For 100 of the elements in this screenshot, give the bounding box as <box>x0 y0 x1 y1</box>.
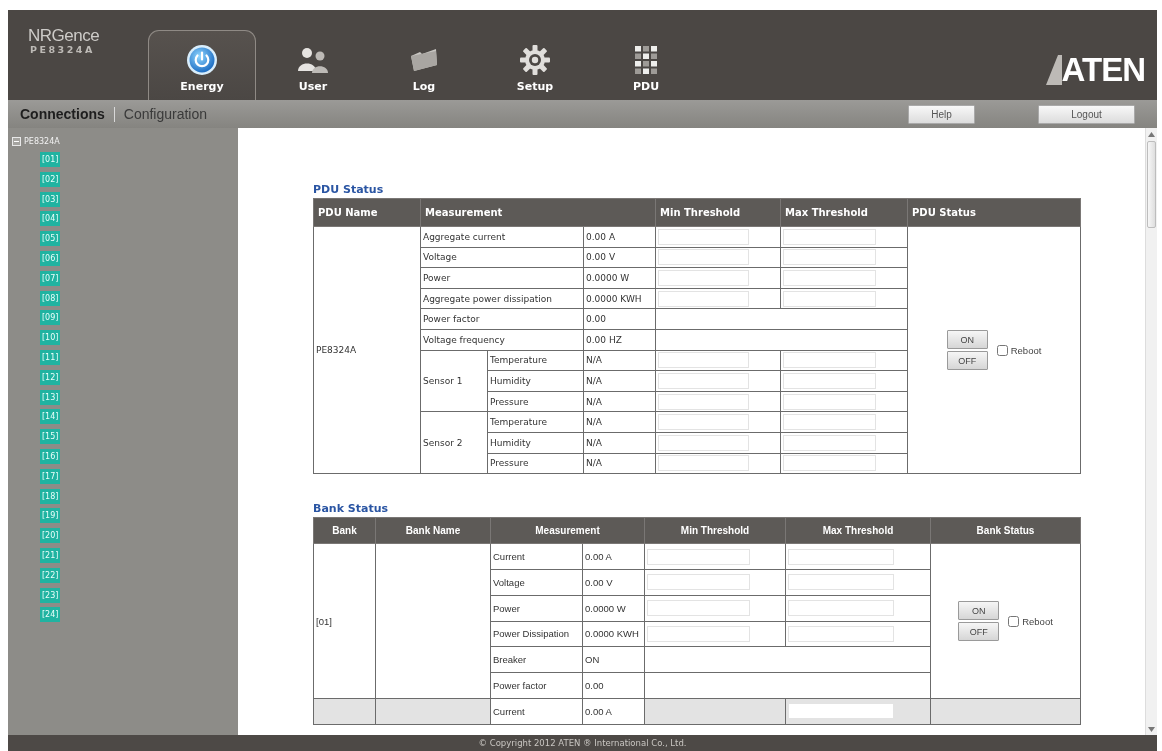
column-header: PDU Name <box>313 198 421 227</box>
threshold-field[interactable] <box>647 574 751 591</box>
threshold-field[interactable] <box>658 393 750 410</box>
tree-node[interactable]: PE8324A <box>24 136 60 146</box>
reading-cell: N/A <box>583 350 656 371</box>
threshold-field[interactable] <box>658 372 750 389</box>
threshold-field[interactable] <box>647 625 751 642</box>
subnav-button[interactable]: Help <box>908 104 975 124</box>
threshold-field[interactable] <box>658 352 750 369</box>
threshold-field[interactable] <box>788 574 895 591</box>
checkbox-label: Reboot <box>1010 344 1042 356</box>
threshold-field[interactable] <box>783 393 876 410</box>
threshold-field[interactable] <box>658 270 750 286</box>
threshold-field[interactable] <box>788 625 895 642</box>
threshold-field[interactable] <box>658 228 750 245</box>
model-label: PE8324A <box>29 44 95 56</box>
reading-cell: 0.00 V <box>583 247 656 268</box>
reading-cell: N/A <box>583 411 656 433</box>
column-header: Max Threshold <box>780 198 908 227</box>
outlet-node[interactable]: [24] <box>40 607 61 623</box>
outlet-node[interactable]: [07] <box>40 270 61 286</box>
outlet-node[interactable]: [17] <box>40 468 61 484</box>
reading-cell: 0.0000 W <box>582 595 645 621</box>
nav-tab[interactable]: Log <box>370 30 478 100</box>
outlet-node[interactable]: [20] <box>40 528 61 544</box>
reading-cell: 0.0000 KWH <box>582 621 645 647</box>
measurement-cell: Current <box>490 543 583 570</box>
measurement-cell: Current <box>490 698 583 725</box>
threshold-field[interactable] <box>788 703 895 720</box>
threshold-field[interactable] <box>658 249 750 266</box>
threshold-field[interactable] <box>658 414 750 431</box>
subnav-link[interactable]: Configuration <box>123 106 208 122</box>
outlet-node[interactable]: [19] <box>40 508 61 524</box>
measurement-cell: Power <box>490 595 583 621</box>
outlet-node[interactable]: [23] <box>40 587 61 603</box>
column-header: PDU Status <box>907 198 1081 227</box>
subnav-button[interactable]: Logout <box>1038 104 1135 124</box>
threshold-field[interactable] <box>783 270 876 286</box>
threshold-field[interactable] <box>647 548 751 565</box>
outlet-node[interactable]: [22] <box>40 567 61 583</box>
outlet-node[interactable]: [01] <box>40 152 61 167</box>
switch-button[interactable]: ON <box>958 601 1000 620</box>
outlet-node[interactable]: [11] <box>40 349 61 365</box>
threshold-field[interactable] <box>783 414 876 431</box>
outlet-node[interactable]: [18] <box>40 488 61 504</box>
gear-icon <box>520 45 550 75</box>
reading-cell: 0.00 A <box>583 226 656 248</box>
outlet-node[interactable]: [04] <box>40 211 61 227</box>
outlet-node[interactable]: [13] <box>40 389 61 405</box>
outlet-node[interactable]: [14] <box>40 409 61 425</box>
reboot-checkbox[interactable] <box>1008 615 1020 627</box>
outlet-node[interactable]: [16] <box>40 448 61 464</box>
outlet-node[interactable]: [21] <box>40 547 61 563</box>
collapse-icon[interactable] <box>12 136 21 146</box>
switch-button[interactable]: OFF <box>946 351 988 371</box>
reading-cell: N/A <box>583 391 656 412</box>
measurement-cell: Power <box>420 267 584 289</box>
nav-tab[interactable]: PDU <box>592 30 700 100</box>
threshold-field[interactable] <box>788 548 895 565</box>
measurement-cell: Voltage frequency <box>420 329 584 351</box>
outlet-node[interactable]: [12] <box>40 369 61 385</box>
threshold-field[interactable] <box>783 455 876 472</box>
threshold-field[interactable] <box>658 290 750 307</box>
column-header: Bank Status <box>930 517 1081 544</box>
nav-tab[interactable]: User <box>259 30 367 100</box>
threshold-field[interactable] <box>658 434 750 451</box>
threshold-field[interactable] <box>783 352 876 369</box>
threshold-field[interactable] <box>783 372 876 389</box>
threshold-field[interactable] <box>783 434 876 451</box>
outlet-node[interactable]: [10] <box>40 330 61 346</box>
outlet-node[interactable]: [08] <box>40 290 61 306</box>
outlet-node[interactable]: [06] <box>40 251 61 266</box>
reading-cell: ON <box>582 646 645 673</box>
reading-cell: 0.00 <box>582 672 645 699</box>
threshold-field[interactable] <box>658 455 750 472</box>
threshold-field[interactable] <box>647 600 751 617</box>
measurement-cell: Aggregate current <box>420 226 584 248</box>
outlet-node[interactable]: [02] <box>40 171 61 187</box>
subnav-link[interactable]: Connections <box>20 106 105 122</box>
nav-tab[interactable]: Energy <box>148 30 256 100</box>
switch-button[interactable]: ON <box>946 330 988 350</box>
copyright-text: © Copyright 2012 ATEN ® International Co., Ltd. <box>478 738 687 748</box>
users-icon <box>298 47 328 73</box>
switch-button[interactable]: OFF <box>958 622 1000 641</box>
threshold-field[interactable] <box>783 290 876 307</box>
threshold-field[interactable] <box>788 600 895 617</box>
threshold-field[interactable] <box>783 249 876 266</box>
threshold-field[interactable] <box>783 228 876 245</box>
outlet-node[interactable]: [15] <box>40 429 61 445</box>
reading-cell: N/A <box>583 370 656 392</box>
measurement-cell: Pressure <box>487 391 584 412</box>
reboot-checkbox[interactable] <box>996 344 1008 356</box>
outlet-node[interactable]: [03] <box>40 191 61 207</box>
scrollbar-thumb[interactable] <box>1147 141 1156 228</box>
outlet-node[interactable]: [05] <box>40 231 61 247</box>
outlet-node[interactable]: [09] <box>40 310 61 326</box>
measurement-cell: Humidity <box>487 370 584 392</box>
reading-cell: 0.00 V <box>582 569 645 596</box>
scrollbar[interactable] <box>1145 128 1157 735</box>
nav-tab[interactable]: Setup <box>481 30 589 100</box>
